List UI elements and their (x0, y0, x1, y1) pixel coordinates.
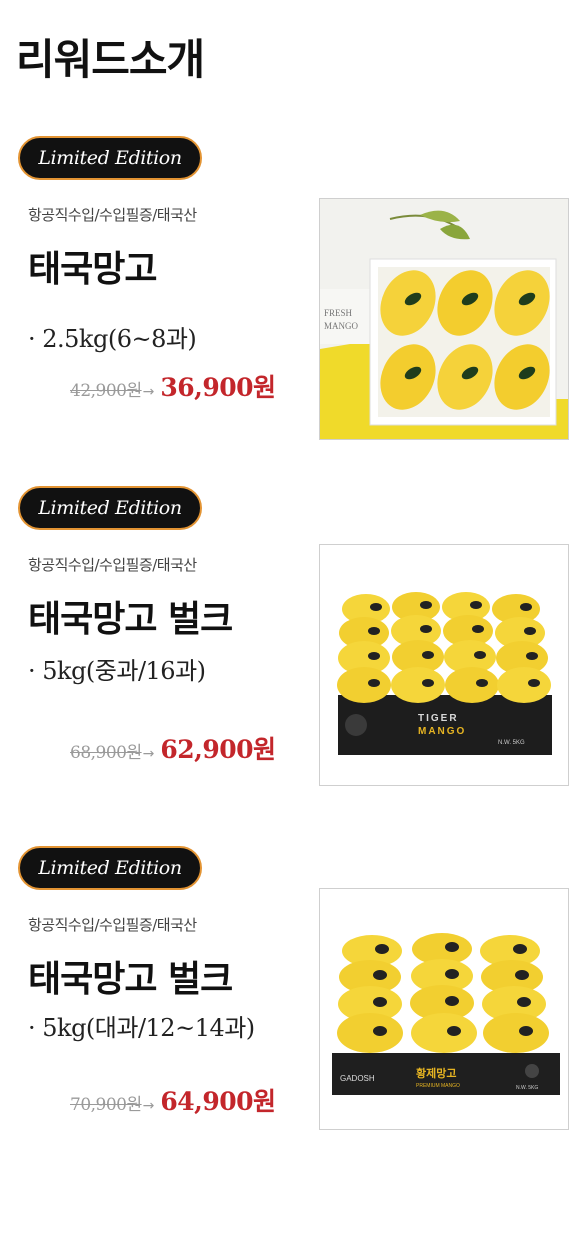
product-origin: 항공직수입/수입필증/태국산 (28, 556, 197, 574)
price-row: 42,900원 → 36,900원 (70, 368, 276, 404)
product-origin: 항공직수입/수입필증/태국산 (28, 206, 197, 224)
product-spec: · 5kg(중과/16과) (28, 657, 206, 685)
product-spec: · 2.5kg(6~8과) (28, 325, 197, 353)
original-price: 68,900원 (70, 743, 142, 763)
product-image[interactable]: FRESH MANGO (319, 198, 569, 440)
original-price: 70,900원 (70, 1095, 142, 1115)
sale-price: 64,900원 (160, 1087, 276, 1116)
price-row: 68,900원 → 62,900원 (70, 730, 276, 766)
mango-premium-box-image: GADOSH 황제망고 PREMIUM MANGO N.W. 5KG (320, 889, 568, 1129)
original-price: 42,900원 (70, 381, 142, 401)
limited-edition-badge: Limited Edition (18, 486, 202, 530)
box-label-text: FRESH (324, 308, 353, 318)
sale-price: 36,900원 (160, 373, 276, 402)
box-label-text: MANGO (324, 321, 359, 331)
product-name: 태국망고 벌크 (28, 958, 233, 1000)
product-image[interactable]: TIGER MANGO N.W. 5KG (319, 544, 569, 786)
box-label-text: 황제망고 (416, 1066, 456, 1080)
price-row: 70,900원 → 64,900원 (70, 1082, 276, 1118)
arrow-right-icon: → (142, 746, 155, 762)
box-label-text: PREMIUM MANGO (416, 1083, 460, 1089)
box-label-text: N.W. 5KG (498, 740, 525, 746)
product-card-2[interactable]: Limited Edition 항공직수입/수입필증/태국산 태국망고 벌크 ·… (0, 486, 583, 796)
limited-edition-badge: Limited Edition (18, 136, 202, 180)
product-name: 태국망고 벌크 (28, 598, 233, 640)
box-label-text: GADOSH (340, 1074, 375, 1083)
product-image[interactable]: GADOSH 황제망고 PREMIUM MANGO N.W. 5KG (319, 888, 569, 1130)
mango-bulk-box-image: TIGER MANGO N.W. 5KG (320, 545, 568, 785)
product-name: 태국망고 (28, 248, 157, 290)
product-origin: 항공직수입/수입필증/태국산 (28, 916, 197, 934)
sale-price: 62,900원 (160, 735, 276, 764)
arrow-right-icon: → (142, 384, 155, 400)
limited-edition-badge: Limited Edition (18, 846, 202, 890)
arrow-right-icon: → (142, 1098, 155, 1114)
mango-gift-box-image: FRESH MANGO (320, 199, 568, 439)
product-card-1[interactable]: Limited Edition 항공직수입/수입필증/태국산 태국망고 · 2.… (0, 136, 583, 446)
product-spec: · 5kg(대과/12~14과) (28, 1014, 255, 1042)
product-card-3[interactable]: Limited Edition 항공직수입/수입필증/태국산 태국망고 벌크 ·… (0, 846, 583, 1156)
box-label-text: MANGO (418, 726, 466, 737)
box-label-text: N.W. 5KG (516, 1085, 538, 1091)
page-title: 리워드소개 (16, 35, 205, 84)
box-label-text: TIGER (418, 713, 459, 724)
